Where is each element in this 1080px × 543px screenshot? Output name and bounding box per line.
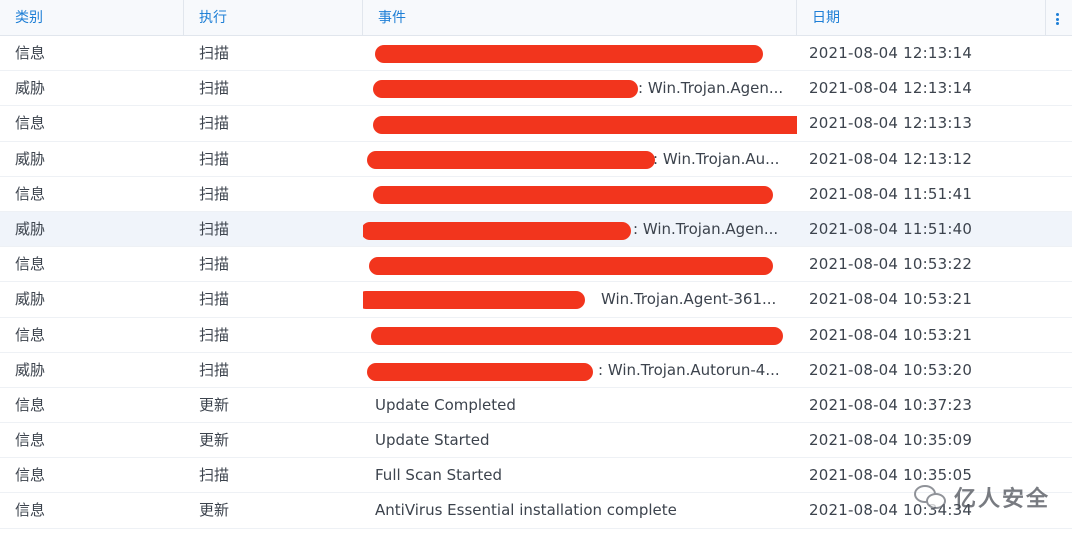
redaction-mark xyxy=(373,116,797,135)
action-cell: 更新 xyxy=(199,501,230,520)
category-cell: 信息 xyxy=(15,114,46,133)
category-cell: 威胁 xyxy=(15,79,46,98)
redaction-mark xyxy=(375,45,763,63)
column-header-event[interactable]: 事件 xyxy=(363,0,797,36)
event-cell xyxy=(363,318,797,352)
date-cell: 2021-08-04 10:53:22 xyxy=(809,255,973,274)
category-cell: 信息 xyxy=(15,431,46,450)
category-cell: 信息 xyxy=(15,501,46,520)
redaction-mark xyxy=(371,326,783,345)
event-cell: Full Scan Started xyxy=(375,466,503,485)
table-row[interactable]: 信息 扫描 2021-08-04 10:53:22 xyxy=(0,247,1072,283)
column-menu-button[interactable] xyxy=(1046,0,1072,36)
table-row[interactable]: 信息 更新 Update Started 2021-08-04 10:35:09 xyxy=(0,423,1072,459)
column-header-date[interactable]: 日期 xyxy=(797,0,1046,36)
date-cell: 2021-08-04 12:13:13 xyxy=(809,114,973,133)
event-text: Win.Trojan.Agent-361... xyxy=(601,290,777,309)
action-cell: 扫描 xyxy=(199,44,230,62)
category-cell: 信息 xyxy=(15,255,46,274)
redaction-mark xyxy=(363,221,631,240)
date-cell: 2021-08-04 12:13:14 xyxy=(809,79,973,98)
table-row[interactable]: 信息 扫描 2021-08-04 10:53:21 xyxy=(0,317,1072,353)
redaction-mark xyxy=(373,185,773,204)
table-row[interactable]: 威胁 扫描 : Win.Trojan.Agen... 2021-08-04 11… xyxy=(0,211,1072,248)
action-cell: 扫描 xyxy=(199,466,230,485)
date-cell: 2021-08-04 10:35:09 xyxy=(809,431,973,450)
watermark-text: 亿人安全 xyxy=(953,487,1050,512)
redaction-mark xyxy=(373,80,638,99)
action-cell: 扫描 xyxy=(199,290,230,309)
action-cell: 扫描 xyxy=(199,79,230,98)
event-text: : Win.Trojan.Au... xyxy=(653,149,780,168)
event-text: : Win.Trojan.Agen... xyxy=(638,79,784,98)
action-cell: 扫描 xyxy=(199,114,230,133)
action-cell: 扫描 xyxy=(199,325,230,344)
event-cell xyxy=(363,247,797,281)
date-cell: 2021-08-04 10:53:21 xyxy=(809,325,973,344)
event-cell xyxy=(363,177,797,211)
action-cell: 扫描 xyxy=(199,149,230,168)
action-cell: 更新 xyxy=(199,431,230,450)
table-row[interactable]: 威胁 扫描 Win.Trojan.Agent-361... 2021-08-04… xyxy=(0,282,1072,318)
date-cell: 2021-08-04 12:13:14 xyxy=(809,44,973,62)
table-row[interactable]: 威胁 扫描 : Win.Trojan.Au... 2021-08-04 12:1… xyxy=(0,141,1072,177)
redaction-mark xyxy=(363,291,585,310)
event-cell: AntiVirus Essential installation complet… xyxy=(375,501,677,520)
table-row[interactable]: 信息 扫描 Full Scan Started 2021-08-04 10:35… xyxy=(0,458,1072,494)
event-cell xyxy=(363,106,797,140)
date-cell: 2021-08-04 10:37:23 xyxy=(809,395,973,414)
category-cell: 信息 xyxy=(15,395,46,414)
date-cell: 2021-08-04 10:53:20 xyxy=(809,360,973,379)
action-cell: 扫描 xyxy=(199,360,230,379)
category-cell: 信息 xyxy=(15,466,46,485)
event-cell: : Win.Trojan.Agen... xyxy=(363,212,797,246)
event-text: : Win.Trojan.Agen... xyxy=(633,219,779,238)
kebab-menu-icon xyxy=(1056,13,1060,25)
event-cell xyxy=(363,36,797,70)
redaction-mark xyxy=(367,362,593,381)
event-cell: Update Completed xyxy=(375,395,516,414)
action-cell: 扫描 xyxy=(199,184,230,203)
column-header-action[interactable]: 执行 xyxy=(184,0,363,36)
date-cell: 2021-08-04 12:13:12 xyxy=(809,149,973,168)
date-cell: 2021-08-04 11:51:40 xyxy=(809,219,973,238)
date-cell: 2021-08-04 10:53:21 xyxy=(809,290,973,309)
table-row[interactable]: 威胁 扫描 : Win.Trojan.Agen... 2021-08-04 12… xyxy=(0,71,1072,107)
category-cell: 威胁 xyxy=(15,360,46,379)
table-row[interactable]: 信息 更新 AntiVirus Essential installation c… xyxy=(0,493,1072,529)
redaction-mark xyxy=(369,257,773,276)
table-row[interactable]: 威胁 扫描 : Win.Trojan.Autorun-4... 2021-08-… xyxy=(0,352,1072,388)
event-cell: : Win.Trojan.Autorun-4... xyxy=(363,353,797,387)
column-header-category[interactable]: 类别 xyxy=(0,0,184,36)
event-cell: Win.Trojan.Agent-361... xyxy=(363,282,797,316)
table-row[interactable]: 信息 扫描 2021-08-04 11:51:41 xyxy=(0,176,1072,212)
category-cell: 威胁 xyxy=(15,149,46,168)
log-table: 类别 执行 事件 日期 信息 扫描 2021-08-04 12:13:14 威胁… xyxy=(0,0,1072,529)
event-cell: : Win.Trojan.Agen... xyxy=(363,71,797,105)
table-row[interactable]: 信息 扫描 2021-08-04 12:13:14 xyxy=(0,36,1072,72)
event-cell: Update Started xyxy=(375,431,490,450)
action-cell: 扫描 xyxy=(199,255,230,274)
redaction-mark xyxy=(367,150,655,169)
event-text: : Win.Trojan.Autorun-4... xyxy=(598,360,780,379)
category-cell: 信息 xyxy=(15,325,46,344)
table-header: 类别 执行 事件 日期 xyxy=(0,0,1072,36)
table-row[interactable]: 信息 更新 Update Completed 2021-08-04 10:37:… xyxy=(0,387,1072,424)
watermark: 亿人安全 xyxy=(913,481,1050,513)
table-row[interactable]: 信息 扫描 2021-08-04 12:13:13 xyxy=(0,106,1072,142)
wechat-icon xyxy=(913,483,948,511)
event-cell: : Win.Trojan.Au... xyxy=(363,142,797,176)
category-cell: 威胁 xyxy=(15,290,46,309)
date-cell: 2021-08-04 11:51:41 xyxy=(809,184,973,203)
category-cell: 信息 xyxy=(15,44,46,62)
action-cell: 扫描 xyxy=(199,219,230,238)
category-cell: 威胁 xyxy=(15,219,46,238)
category-cell: 信息 xyxy=(15,184,46,203)
action-cell: 更新 xyxy=(199,395,230,414)
